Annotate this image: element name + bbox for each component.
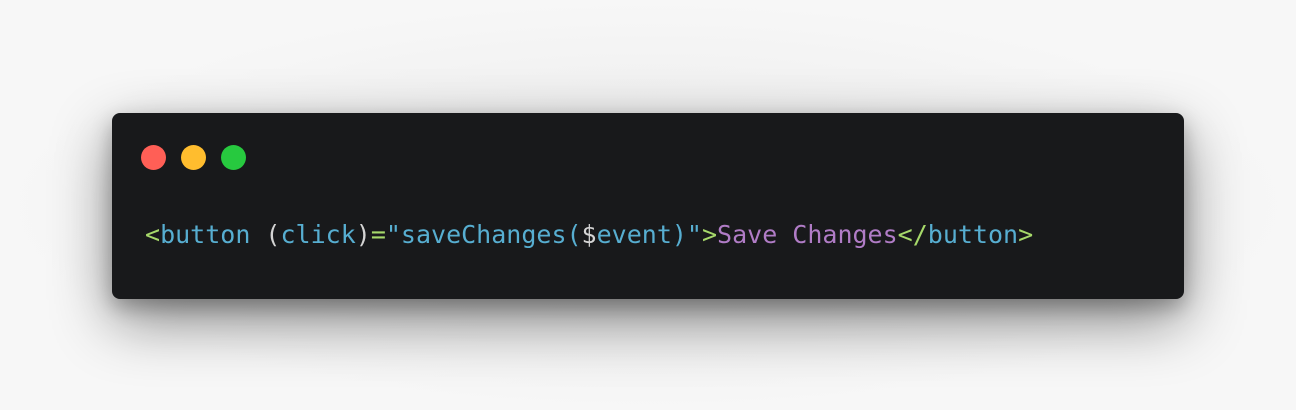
code-window: <button (click)="saveChanges($event)">Sa…	[112, 113, 1184, 299]
code-token: =	[370, 220, 386, 249]
code-token: $	[581, 220, 597, 249]
code-token: )"	[671, 220, 702, 249]
code-token: >	[701, 220, 718, 249]
code-token: "saveChanges(	[385, 220, 582, 249]
code-token: )	[355, 220, 371, 249]
close-dot-icon[interactable]	[141, 145, 166, 170]
code-token: button	[160, 220, 251, 249]
code-token: Save Changes	[717, 220, 898, 249]
code-line: <button (click)="saveChanges($event)">Sa…	[145, 217, 1033, 253]
code-token: <	[145, 220, 161, 249]
code-token: click	[280, 220, 356, 249]
code-token: </	[897, 220, 928, 249]
code-token: (	[250, 220, 281, 249]
code-token: event	[596, 220, 672, 249]
code-token: >	[1018, 220, 1034, 249]
code-token: button	[927, 220, 1019, 249]
canvas-background: <button (click)="saveChanges($event)">Sa…	[0, 0, 1296, 410]
minimize-dot-icon[interactable]	[181, 145, 206, 170]
maximize-dot-icon[interactable]	[221, 145, 246, 170]
window-controls	[141, 145, 246, 170]
